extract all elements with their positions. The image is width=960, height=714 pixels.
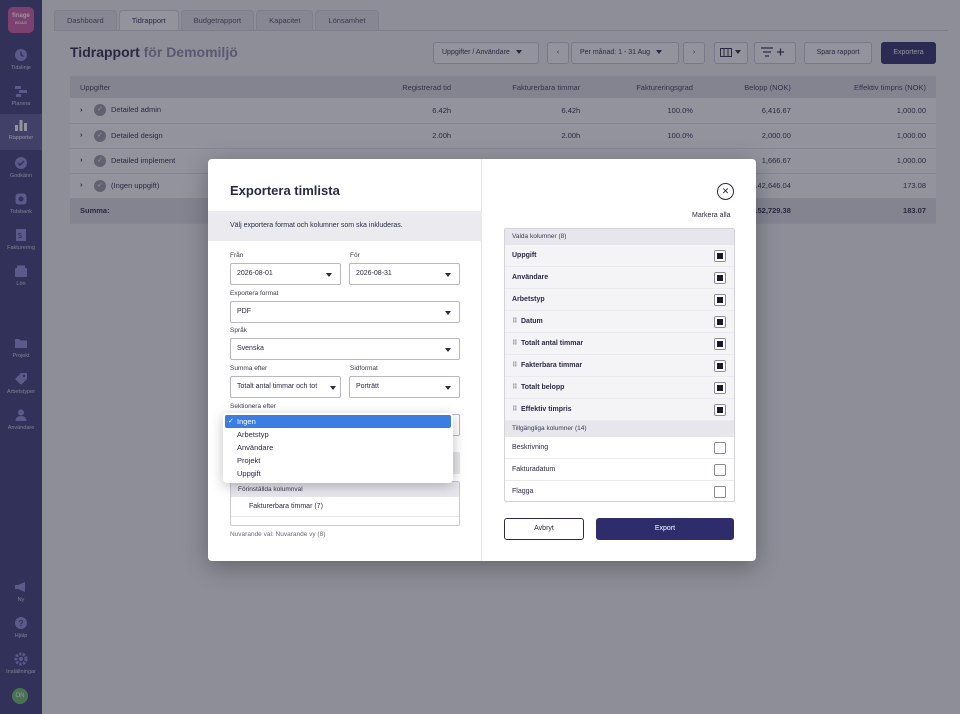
column-checkbox[interactable] xyxy=(714,442,726,454)
column-row[interactable]: Beskrivning xyxy=(505,437,734,459)
format-select[interactable]: PDF xyxy=(230,301,460,323)
column-row[interactable]: Uppgift xyxy=(505,245,734,267)
page-format-select[interactable]: Porträtt xyxy=(349,376,460,398)
column-label: Fakterbara timmar xyxy=(521,362,583,369)
preset-columns-list: Förinställda kolumnval Fakturerbara timm… xyxy=(230,481,460,526)
chevron-down-icon xyxy=(445,311,451,315)
option-label: Ingen xyxy=(237,417,256,426)
dropdown-option-arbetstyp[interactable]: Arbetstyp xyxy=(223,428,453,441)
column-row[interactable]: ⠿ Effektiv timpris xyxy=(505,399,734,421)
column-row[interactable]: Arbetstyp xyxy=(505,289,734,311)
column-label: Beskrivning xyxy=(512,444,549,451)
option-label: Uppgift xyxy=(237,469,261,478)
export-submit-button[interactable]: Export xyxy=(596,518,734,540)
drag-handle-icon[interactable]: ⠿ xyxy=(512,377,518,399)
section-by-label: Sektionera efter xyxy=(230,403,276,410)
column-label: Uppgift xyxy=(512,252,537,259)
to-date-select[interactable]: 2026-08-31 xyxy=(349,263,460,285)
column-checkbox[interactable] xyxy=(714,382,726,394)
column-row[interactable]: ⠿ Fakterbara timmar xyxy=(505,355,734,377)
column-checkbox[interactable] xyxy=(714,464,726,476)
chevron-down-icon xyxy=(445,273,451,277)
modal-description: Välj exportera format och kolumner som s… xyxy=(208,211,482,241)
column-label: Effektiv timpris xyxy=(521,406,572,413)
cancel-button[interactable]: Avbryt xyxy=(504,518,584,540)
selected-columns-header: Valda kolumner (8) xyxy=(505,229,734,245)
option-label: Projekt xyxy=(237,456,261,465)
sum-by-label: Summa efter xyxy=(230,365,268,372)
to-label: För xyxy=(350,252,360,259)
modal-left-pane: Exportera timlista Välj exportera format… xyxy=(208,159,482,561)
column-checkbox[interactable] xyxy=(714,250,726,262)
dropdown-option-ingen[interactable]: ✓ Ingen xyxy=(225,415,451,428)
drag-handle-icon[interactable]: ⠿ xyxy=(512,355,518,377)
column-checkbox[interactable] xyxy=(714,316,726,328)
close-button[interactable]: ✕ xyxy=(717,183,734,200)
column-label: Datum xyxy=(521,318,543,325)
mark-all-link[interactable]: Markera alla xyxy=(692,212,731,219)
check-icon: ✓ xyxy=(228,418,234,425)
column-checkbox[interactable] xyxy=(714,404,726,416)
column-checkbox[interactable] xyxy=(714,486,726,498)
drag-handle-icon[interactable]: ⠿ xyxy=(512,399,518,421)
language-label: Språk xyxy=(230,327,247,334)
column-row[interactable]: ⠿ Datum xyxy=(505,311,734,333)
dropdown-option-projekt[interactable]: Projekt xyxy=(223,454,453,467)
modal-title: Exportera timlista xyxy=(230,183,340,198)
sum-by-select[interactable]: Totalt antal timmar och tot xyxy=(230,376,341,398)
option-label: Användare xyxy=(237,443,274,452)
from-date-value: 2026-08-01 xyxy=(237,270,273,277)
from-date-select[interactable]: 2026-08-01 xyxy=(230,263,341,285)
option-label: Arbetstyp xyxy=(237,430,269,439)
column-checkbox[interactable] xyxy=(714,272,726,284)
language-select[interactable]: Svenska xyxy=(230,338,460,360)
column-row[interactable]: ⠿ Totalt antal timmar xyxy=(505,333,734,355)
from-label: Från xyxy=(230,252,244,259)
preset-header: Förinställda kolumnval xyxy=(231,482,459,497)
current-view-text: Nuvarande val: Nuvarande vy (8) xyxy=(230,531,326,538)
column-row[interactable]: Fakturadatum xyxy=(505,459,734,481)
column-row[interactable]: Användare xyxy=(505,267,734,289)
section-by-dropdown: ✓ Ingen Arbetstyp Användare Projekt Uppgi… xyxy=(223,413,453,483)
column-label: Totalt belopp xyxy=(521,384,565,391)
dropdown-option-anvandare[interactable]: Användare xyxy=(223,441,453,454)
column-label: Flagga xyxy=(512,488,534,495)
column-checkbox[interactable] xyxy=(714,294,726,306)
page-format-label: Sidformat xyxy=(350,365,378,372)
available-columns-header: Tillgängliga kolumner (14) xyxy=(505,421,734,437)
format-value: PDF xyxy=(237,308,251,315)
column-label: Arbetstyp xyxy=(512,296,545,303)
chevron-down-icon xyxy=(445,386,451,390)
sum-by-value: Totalt antal timmar och tot xyxy=(237,383,318,390)
export-modal: Exportera timlista Välj exportera format… xyxy=(208,159,756,561)
chevron-down-icon xyxy=(445,348,451,352)
column-checkbox[interactable] xyxy=(714,338,726,350)
column-label: Fakturadatum xyxy=(512,466,556,473)
dropdown-option-uppgift[interactable]: Uppgift xyxy=(223,467,453,480)
chevron-down-icon xyxy=(330,386,336,390)
language-value: Svenska xyxy=(237,345,264,352)
column-label: Användare xyxy=(512,274,549,281)
column-checkbox[interactable] xyxy=(714,360,726,372)
page-format-value: Porträtt xyxy=(356,383,379,390)
columns-panel: Valda kolumner (8) Uppgift Användare Arb… xyxy=(504,228,735,502)
column-row[interactable]: Flagga xyxy=(505,481,734,501)
column-label: Totalt antal timmar xyxy=(521,340,584,347)
format-label: Exportera format xyxy=(230,290,279,297)
drag-handle-icon[interactable]: ⠿ xyxy=(512,311,518,333)
column-row[interactable]: ⠿ Totalt belopp xyxy=(505,377,734,399)
preset-item[interactable]: Fakturerbara timmar (7) xyxy=(231,497,459,517)
chevron-down-icon xyxy=(326,273,332,277)
to-date-value: 2026-08-31 xyxy=(356,270,392,277)
close-icon: ✕ xyxy=(721,186,730,196)
drag-handle-icon[interactable]: ⠿ xyxy=(512,333,518,355)
